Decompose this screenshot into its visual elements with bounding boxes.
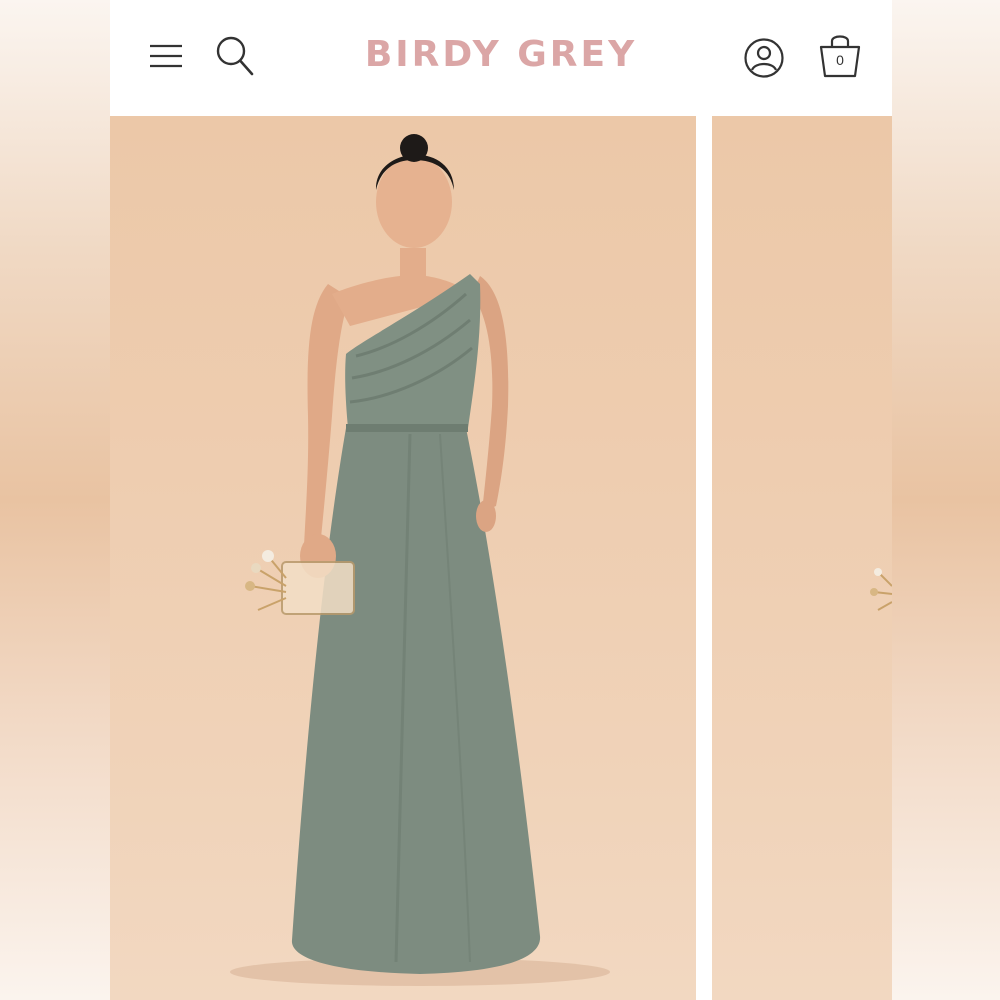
- blurred-backdrop-right: [892, 0, 1000, 1000]
- blurred-backdrop-left: [0, 0, 110, 1000]
- model-illustration: [230, 134, 610, 986]
- product-image-next[interactable]: [712, 116, 892, 1000]
- mobile-screen: BIRDY GREY 0: [110, 0, 892, 1000]
- account-button[interactable]: [742, 36, 786, 80]
- user-account-icon: [744, 38, 784, 78]
- cart-button[interactable]: 0: [816, 30, 864, 80]
- site-header: BIRDY GREY 0: [110, 0, 892, 116]
- cart-count-badge: 0: [836, 52, 844, 68]
- product-image-gallery[interactable]: [110, 116, 892, 1000]
- product-image-main[interactable]: [110, 116, 696, 1000]
- next-image-illustration: [870, 568, 892, 611]
